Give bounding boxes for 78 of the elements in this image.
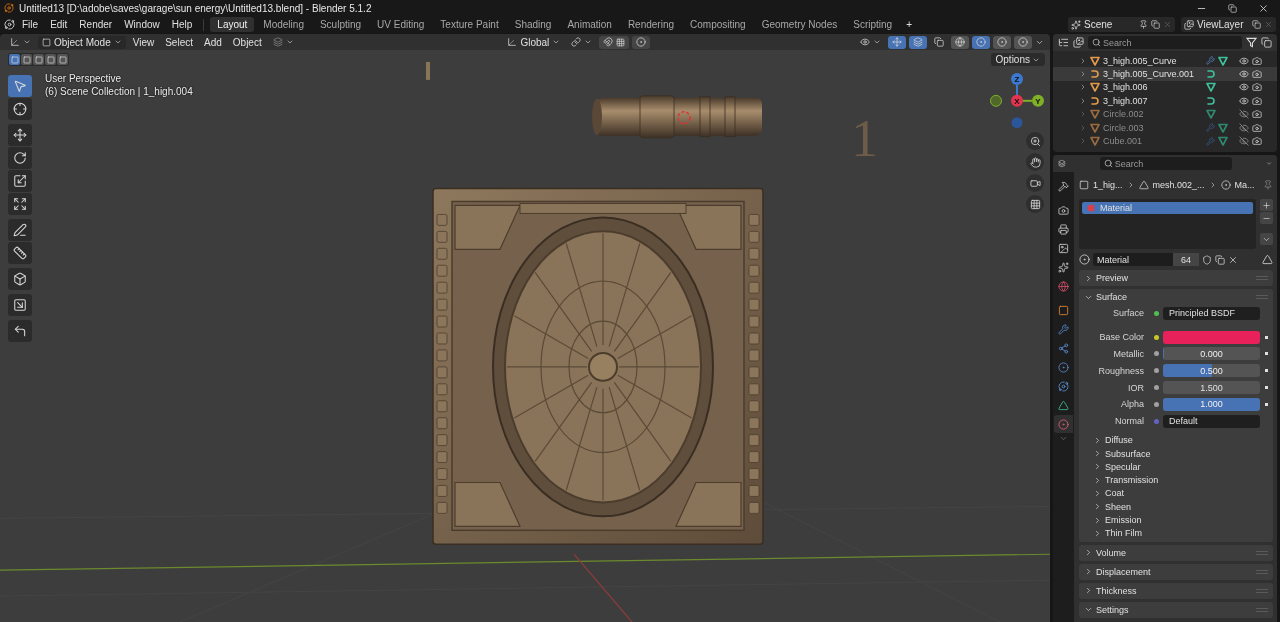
outliner-row[interactable]: 3_high.006 <box>1053 80 1277 95</box>
outliner-row[interactable]: 3_high.005_Curve <box>1053 54 1277 68</box>
subpanel-header[interactable]: Diffuse <box>1093 433 1273 447</box>
object-name: Circle.003 <box>1103 122 1145 133</box>
search-field[interactable]: Search <box>1099 157 1232 170</box>
subpanel-header[interactable]: Subsurface <box>1093 446 1273 461</box>
header-menu[interactable]: View <box>128 35 159 49</box>
object-name: Circle.002 <box>1103 109 1145 120</box>
object-name: 3_high.007 <box>1103 95 1149 106</box>
workspace-tab[interactable]: UV Editing <box>370 17 432 32</box>
search-field[interactable]: Search <box>1088 36 1242 49</box>
workspace-tab[interactable]: Animation <box>560 17 619 32</box>
add-workspace-button[interactable]: + <box>901 18 917 31</box>
header-menu[interactable]: Add <box>200 35 226 49</box>
options-button[interactable]: Options <box>990 53 1045 66</box>
workspace-tab[interactable]: Compositing <box>683 17 753 32</box>
menu-item[interactable]: Edit <box>45 18 73 31</box>
field-label: Base Color <box>1098 332 1145 343</box>
subpanel-header[interactable]: Sheen <box>1093 500 1273 514</box>
field-label: Alpha <box>1119 399 1145 410</box>
value-slider[interactable]: 1.000 <box>1163 397 1260 411</box>
workspace-tab[interactable]: Geometry Nodes <box>754 17 845 32</box>
workspace-tab[interactable]: Rendering <box>620 17 682 32</box>
orientation-dropdown[interactable]: Global <box>503 35 565 49</box>
window-title: Untitled13 [D:\adobe\saves\garage\sun energy\Untitled13.blend] - Blender 5.1.2 <box>19 2 373 14</box>
panel-header[interactable]: Settings <box>1079 601 1273 618</box>
view-layer-selector[interactable]: ViewLayer <box>1181 17 1276 32</box>
workspace-tab[interactable]: Layout <box>210 17 255 32</box>
outliner-row[interactable]: Circle.003 <box>1053 120 1277 135</box>
subpanel-header[interactable]: Thin Film <box>1093 526 1273 540</box>
workspace-tab[interactable]: Modeling <box>256 17 311 32</box>
field-label: Normal <box>1114 416 1145 427</box>
value-slider[interactable]: 0.500 <box>1163 364 1260 378</box>
view-name: User Perspective <box>45 73 123 84</box>
material-slot[interactable]: Material <box>1082 202 1253 214</box>
object-name: 3_high.006 <box>1103 82 1149 93</box>
subpanel-header[interactable]: Specular <box>1093 460 1273 474</box>
outliner-row[interactable]: Circle.002 <box>1053 107 1277 121</box>
menu-item[interactable]: Window <box>119 18 165 31</box>
object-name: Cube.001 <box>1103 136 1144 147</box>
mode-dropdown[interactable]: Object Mode <box>38 35 126 49</box>
outliner-row[interactable]: Cube.001 <box>1053 134 1277 148</box>
breadcrumb-item: 1_hig... <box>1093 180 1123 190</box>
workspace-tab[interactable]: Scripting <box>846 17 900 32</box>
panel-header[interactable]: Preview <box>1079 270 1273 286</box>
subpanel-header[interactable]: Transmission <box>1093 473 1273 487</box>
workspace-tab[interactable]: Shading <box>507 17 559 32</box>
subpanel-header[interactable]: Emission <box>1093 513 1273 527</box>
link-field[interactable]: Default <box>1163 414 1260 428</box>
workspace-tab[interactable]: Texture Paint <box>433 17 506 32</box>
outliner-row[interactable]: 3_high.005_Curve.001 <box>1053 67 1277 81</box>
menu-item[interactable]: Render <box>74 18 118 31</box>
user-count[interactable]: 64 <box>1173 253 1199 266</box>
panel-header[interactable]: Volume <box>1079 544 1273 561</box>
breadcrumb-item: mesh.002_... <box>1152 180 1205 190</box>
number-field[interactable]: 1.500 <box>1163 381 1260 395</box>
menu-item[interactable]: File <box>17 18 44 31</box>
field-label: IOR <box>1127 382 1145 393</box>
header-menu[interactable]: Select <box>161 35 197 49</box>
field-label: Surface <box>1111 308 1145 319</box>
field-label: Metallic <box>1112 349 1145 359</box>
object-name: 3_high.005_Curve.001 <box>1103 69 1196 80</box>
menu-item[interactable]: Help <box>166 18 198 31</box>
header-menu[interactable]: Object <box>228 35 266 49</box>
panel-header[interactable]: Surface <box>1079 289 1273 305</box>
material-name-field[interactable]: Material <box>1093 253 1173 266</box>
object-name: 3_high.005_Curve <box>1103 55 1178 66</box>
subpanel-header[interactable]: Coat <box>1093 486 1273 501</box>
breadcrumb-item: Ma... <box>1234 180 1255 190</box>
outliner-row[interactable]: 3_high.007 <box>1053 94 1277 108</box>
collection-info: (6) Scene Collection | 1_high.004 <box>45 86 193 97</box>
field-label: Roughness <box>1097 365 1145 376</box>
link-field[interactable]: Principled BSDF <box>1163 306 1260 320</box>
panel-header[interactable]: Thickness <box>1079 582 1273 599</box>
scene-selector[interactable]: Scene <box>1068 17 1175 32</box>
value-slider[interactable]: 0.000 <box>1163 347 1260 361</box>
workspace-tab[interactable]: Sculpting <box>312 17 369 32</box>
panel-header[interactable]: Displacement <box>1079 563 1273 580</box>
